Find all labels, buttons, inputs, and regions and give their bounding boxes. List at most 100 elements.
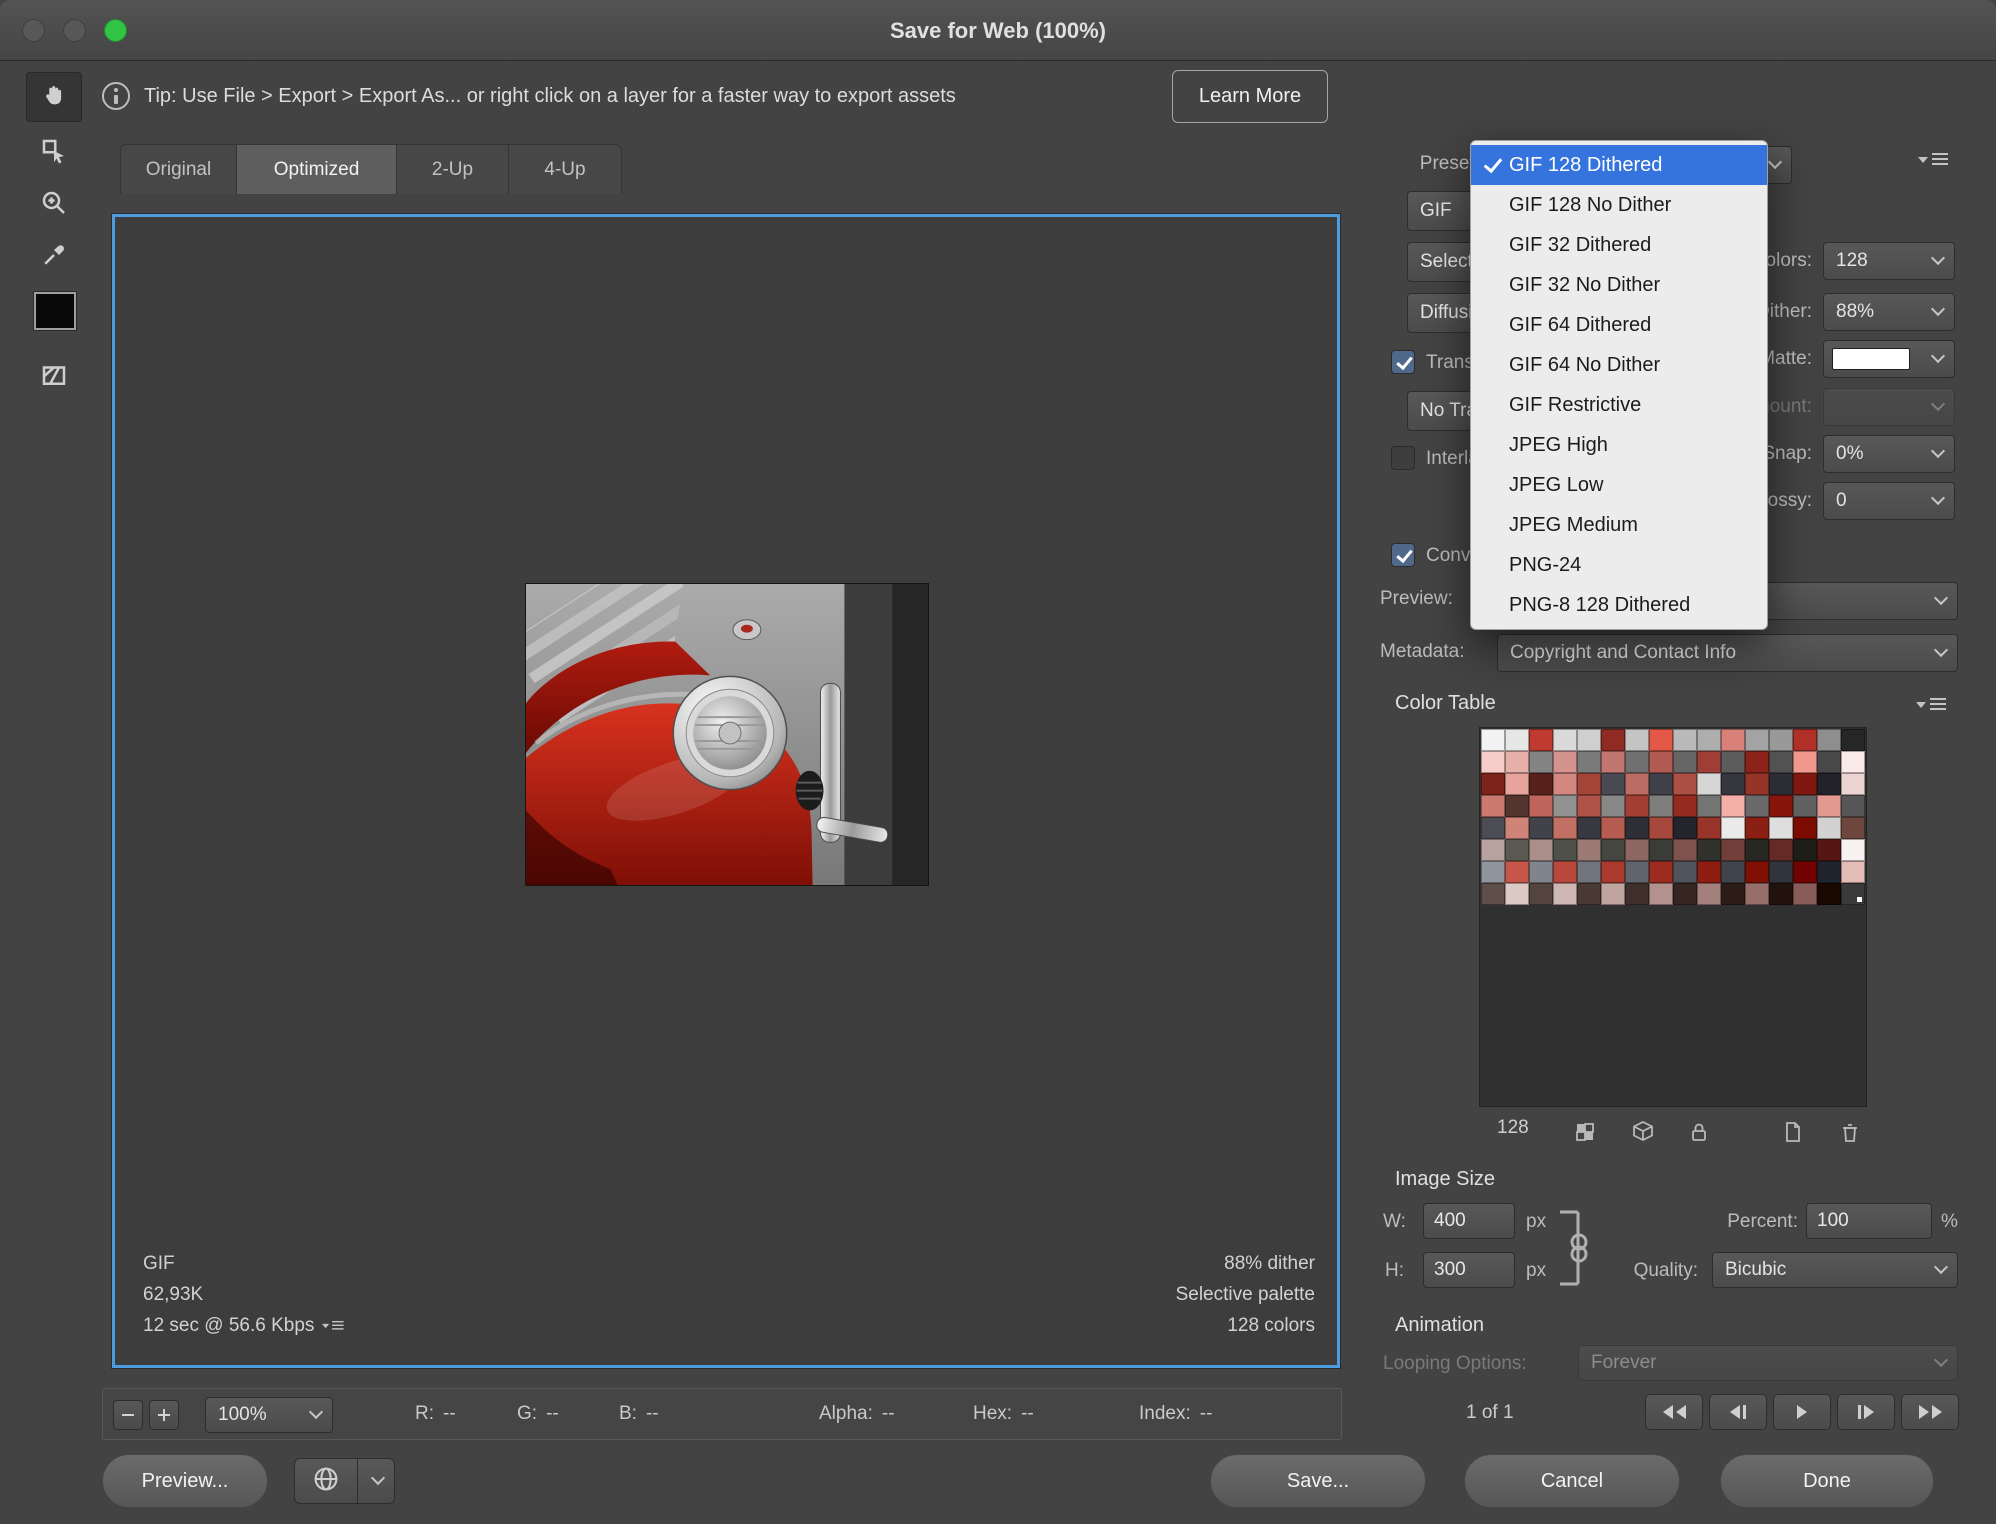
panel-menu-icon[interactable]	[1918, 152, 1950, 168]
color-swatch[interactable]	[1577, 817, 1601, 839]
color-swatch[interactable]	[1841, 861, 1865, 883]
color-swatch[interactable]	[1481, 773, 1505, 795]
color-swatch[interactable]	[1481, 883, 1505, 905]
width-input[interactable]: 400	[1423, 1203, 1515, 1239]
color-swatch[interactable]	[1505, 839, 1529, 861]
color-swatch[interactable]	[1577, 861, 1601, 883]
color-swatch[interactable]	[1769, 883, 1793, 905]
color-swatch[interactable]	[1745, 773, 1769, 795]
color-swatch[interactable]	[1553, 795, 1577, 817]
zoom-window-button[interactable]	[104, 19, 127, 42]
save-button[interactable]: Save...	[1210, 1454, 1426, 1508]
link-dimensions-icon[interactable]	[1552, 1206, 1596, 1295]
color-swatch[interactable]	[1745, 751, 1769, 773]
color-swatch[interactable]	[1529, 773, 1553, 795]
next-frame-button[interactable]	[1837, 1394, 1895, 1430]
color-swatch[interactable]	[1505, 883, 1529, 905]
color-swatch[interactable]	[1481, 751, 1505, 773]
color-swatch[interactable]	[1577, 839, 1601, 861]
color-swatch[interactable]	[1841, 839, 1865, 861]
preset-option-gif-32-dithered[interactable]: GIF 32 Dithered	[1471, 225, 1767, 265]
color-swatch[interactable]	[1553, 883, 1577, 905]
toggle-slices-tool[interactable]	[26, 352, 82, 402]
new-swatch-icon[interactable]	[1777, 1118, 1807, 1146]
color-swatch[interactable]	[1673, 729, 1697, 751]
color-swatch[interactable]	[1529, 795, 1553, 817]
color-swatch[interactable]	[1601, 773, 1625, 795]
preset-option-gif-64-no-dither[interactable]: GIF 64 No Dither	[1471, 345, 1767, 385]
color-swatch[interactable]	[1745, 729, 1769, 751]
color-swatch[interactable]	[1601, 861, 1625, 883]
preset-option-png-24[interactable]: PNG-24	[1471, 545, 1767, 585]
height-input[interactable]: 300	[1423, 1252, 1515, 1288]
color-swatch[interactable]	[1529, 729, 1553, 751]
color-swatch[interactable]	[1601, 795, 1625, 817]
cube-icon[interactable]	[1628, 1118, 1658, 1146]
preset-option-png-8-128-dithered[interactable]: PNG-8 128 Dithered	[1471, 585, 1767, 625]
color-swatch[interactable]	[1817, 729, 1841, 751]
color-swatch[interactable]	[1697, 883, 1721, 905]
color-swatch[interactable]	[1529, 839, 1553, 861]
slice-select-tool[interactable]	[26, 128, 82, 178]
color-swatch[interactable]	[1553, 861, 1577, 883]
color-swatch[interactable]	[1553, 729, 1577, 751]
color-swatch[interactable]	[1649, 839, 1673, 861]
color-swatch[interactable]	[1769, 795, 1793, 817]
color-swatch[interactable]	[1817, 883, 1841, 905]
color-swatch[interactable]	[1601, 883, 1625, 905]
color-swatch[interactable]	[1745, 883, 1769, 905]
color-swatch[interactable]	[1817, 817, 1841, 839]
color-swatch[interactable]	[1481, 839, 1505, 861]
color-swatch[interactable]	[1817, 773, 1841, 795]
color-swatch[interactable]	[1649, 773, 1673, 795]
color-swatch[interactable]	[1793, 729, 1817, 751]
metadata-select[interactable]: Copyright and Contact Info	[1497, 634, 1958, 672]
last-frame-button[interactable]	[1901, 1394, 1959, 1430]
color-swatch[interactable]	[1505, 751, 1529, 773]
color-swatch[interactable]	[1625, 729, 1649, 751]
delete-swatch-icon[interactable]	[1835, 1118, 1865, 1146]
color-swatch[interactable]	[1817, 839, 1841, 861]
color-swatch[interactable]	[1481, 729, 1505, 751]
color-swatch[interactable]	[1577, 773, 1601, 795]
preset-option-jpeg-low[interactable]: JPEG Low	[1471, 465, 1767, 505]
hand-tool[interactable]	[26, 72, 82, 122]
color-swatch[interactable]	[1601, 729, 1625, 751]
color-swatch[interactable]	[1601, 817, 1625, 839]
color-swatch[interactable]	[1721, 773, 1745, 795]
tab-2-up[interactable]: 2-Up	[397, 145, 509, 194]
color-swatch[interactable]	[1745, 861, 1769, 883]
color-swatch[interactable]	[1601, 839, 1625, 861]
color-swatch[interactable]	[1577, 795, 1601, 817]
color-swatch[interactable]	[1553, 839, 1577, 861]
color-swatch[interactable]	[1697, 795, 1721, 817]
color-swatch[interactable]	[1793, 883, 1817, 905]
color-swatch[interactable]	[1817, 861, 1841, 883]
color-swatch[interactable]	[1745, 817, 1769, 839]
looping-options-select[interactable]: Forever	[1578, 1345, 1958, 1381]
cancel-button[interactable]: Cancel	[1464, 1454, 1680, 1508]
color-swatch[interactable]	[1505, 817, 1529, 839]
color-swatch[interactable]	[1697, 773, 1721, 795]
color-swatch[interactable]	[1817, 795, 1841, 817]
color-swatch[interactable]	[1577, 729, 1601, 751]
color-swatch[interactable]	[1673, 817, 1697, 839]
previous-frame-button[interactable]	[1709, 1394, 1767, 1430]
preset-option-gif-64-dithered[interactable]: GIF 64 Dithered	[1471, 305, 1767, 345]
color-swatch[interactable]	[1769, 729, 1793, 751]
color-swatch[interactable]	[1697, 861, 1721, 883]
color-swatch[interactable]	[1769, 817, 1793, 839]
color-swatch[interactable]	[1745, 795, 1769, 817]
color-swatch[interactable]	[1625, 773, 1649, 795]
web-snap-select[interactable]: 0%	[1823, 435, 1955, 473]
color-swatch[interactable]	[1673, 883, 1697, 905]
colors-select[interactable]: 128	[1823, 242, 1955, 280]
minimize-window-button[interactable]	[63, 19, 86, 42]
color-swatch[interactable]	[1745, 839, 1769, 861]
preset-option-jpeg-high[interactable]: JPEG High	[1471, 425, 1767, 465]
color-swatch[interactable]	[1577, 883, 1601, 905]
color-swatch[interactable]	[1721, 795, 1745, 817]
color-swatch[interactable]	[1481, 861, 1505, 883]
color-swatch[interactable]	[1649, 817, 1673, 839]
preview-button[interactable]: Preview...	[102, 1454, 268, 1508]
